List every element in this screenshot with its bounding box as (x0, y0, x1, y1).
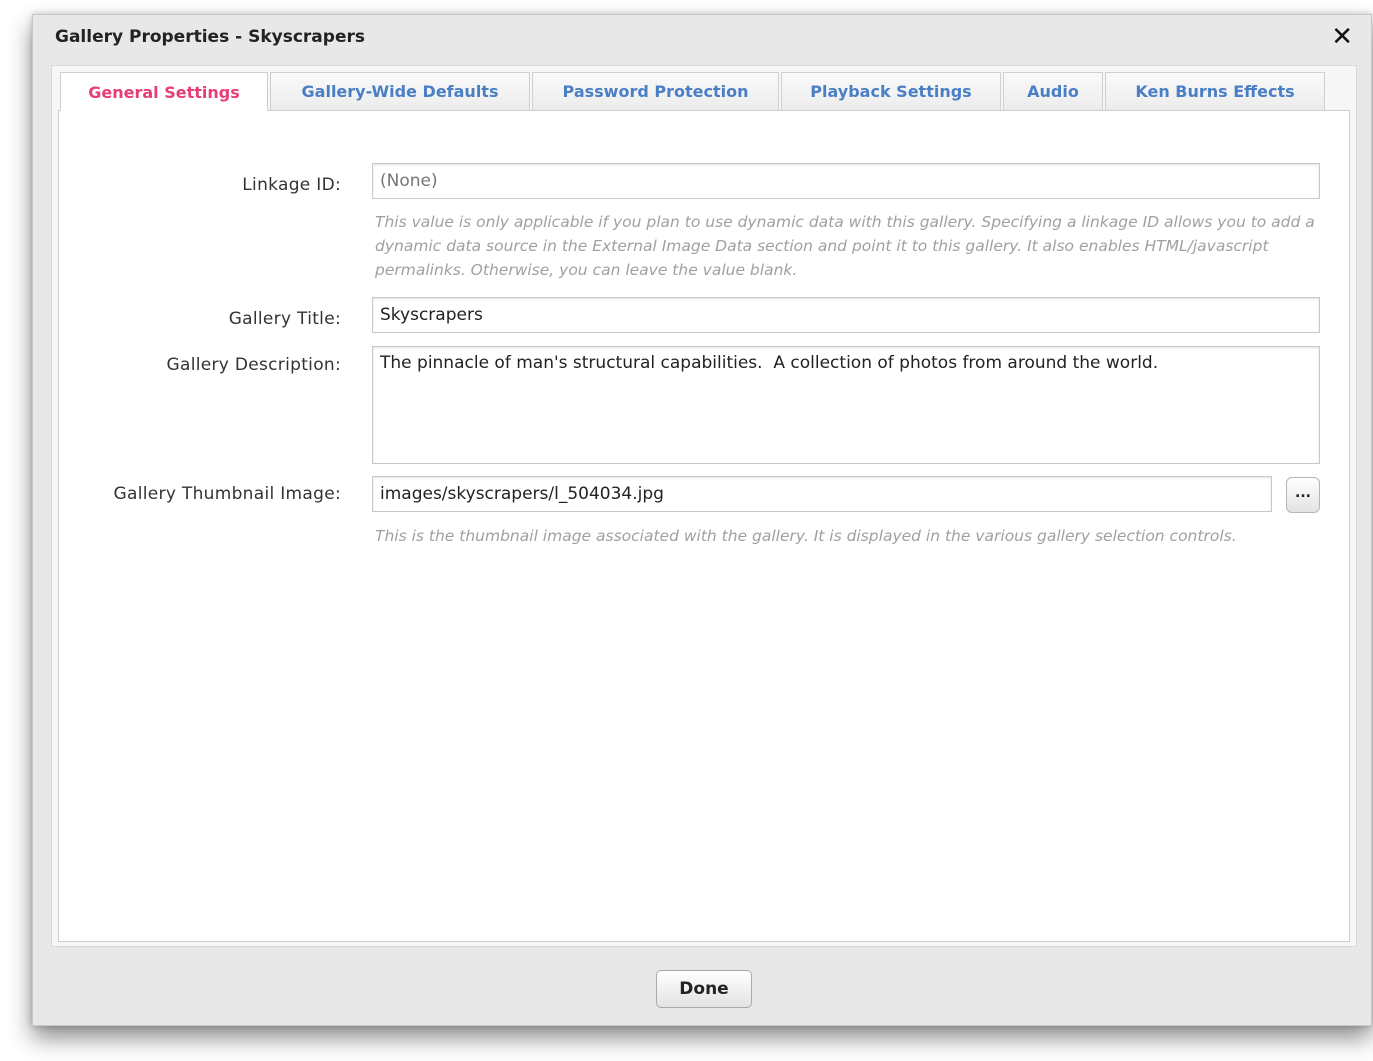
browse-thumbnail-button[interactable]: ... (1286, 477, 1320, 513)
tab-audio[interactable]: Audio (1003, 72, 1103, 110)
dialog-body: General Settings Gallery-Wide Defaults P… (51, 65, 1357, 947)
gallery-properties-dialog: Gallery Properties - Skyscrapers ✕ Gener… (32, 14, 1372, 1026)
gallery-title-input[interactable] (372, 297, 1320, 333)
done-button[interactable]: Done (656, 970, 752, 1008)
tab-gallery-wide-defaults[interactable]: Gallery-Wide Defaults (270, 72, 530, 110)
tab-general-settings[interactable]: General Settings (60, 72, 268, 111)
close-icon[interactable]: ✕ (1331, 21, 1353, 53)
gallery-title-label: Gallery Title: (228, 309, 341, 329)
linkage-id-label: Linkage ID: (242, 175, 341, 195)
tab-ken-burns-effects[interactable]: Ken Burns Effects (1105, 72, 1325, 110)
gallery-thumbnail-hint: This is the thumbnail image associated w… (375, 527, 1237, 545)
tab-bar: General Settings Gallery-Wide Defaults P… (60, 72, 1327, 111)
dialog-title: Gallery Properties - Skyscrapers (55, 27, 365, 47)
tab-playback-settings[interactable]: Playback Settings (781, 72, 1001, 110)
gallery-thumbnail-label: Gallery Thumbnail Image: (113, 484, 341, 504)
linkage-id-input[interactable] (372, 163, 1320, 199)
tab-password-protection[interactable]: Password Protection (532, 72, 779, 110)
general-settings-panel: Linkage ID: This value is only applicabl… (58, 110, 1350, 942)
gallery-thumbnail-input[interactable] (372, 476, 1272, 512)
linkage-id-hint: This value is only applicable if you pla… (375, 213, 1315, 279)
gallery-description-label: Gallery Description: (166, 355, 341, 375)
gallery-description-textarea[interactable]: The pinnacle of man's structural capabil… (372, 346, 1320, 464)
